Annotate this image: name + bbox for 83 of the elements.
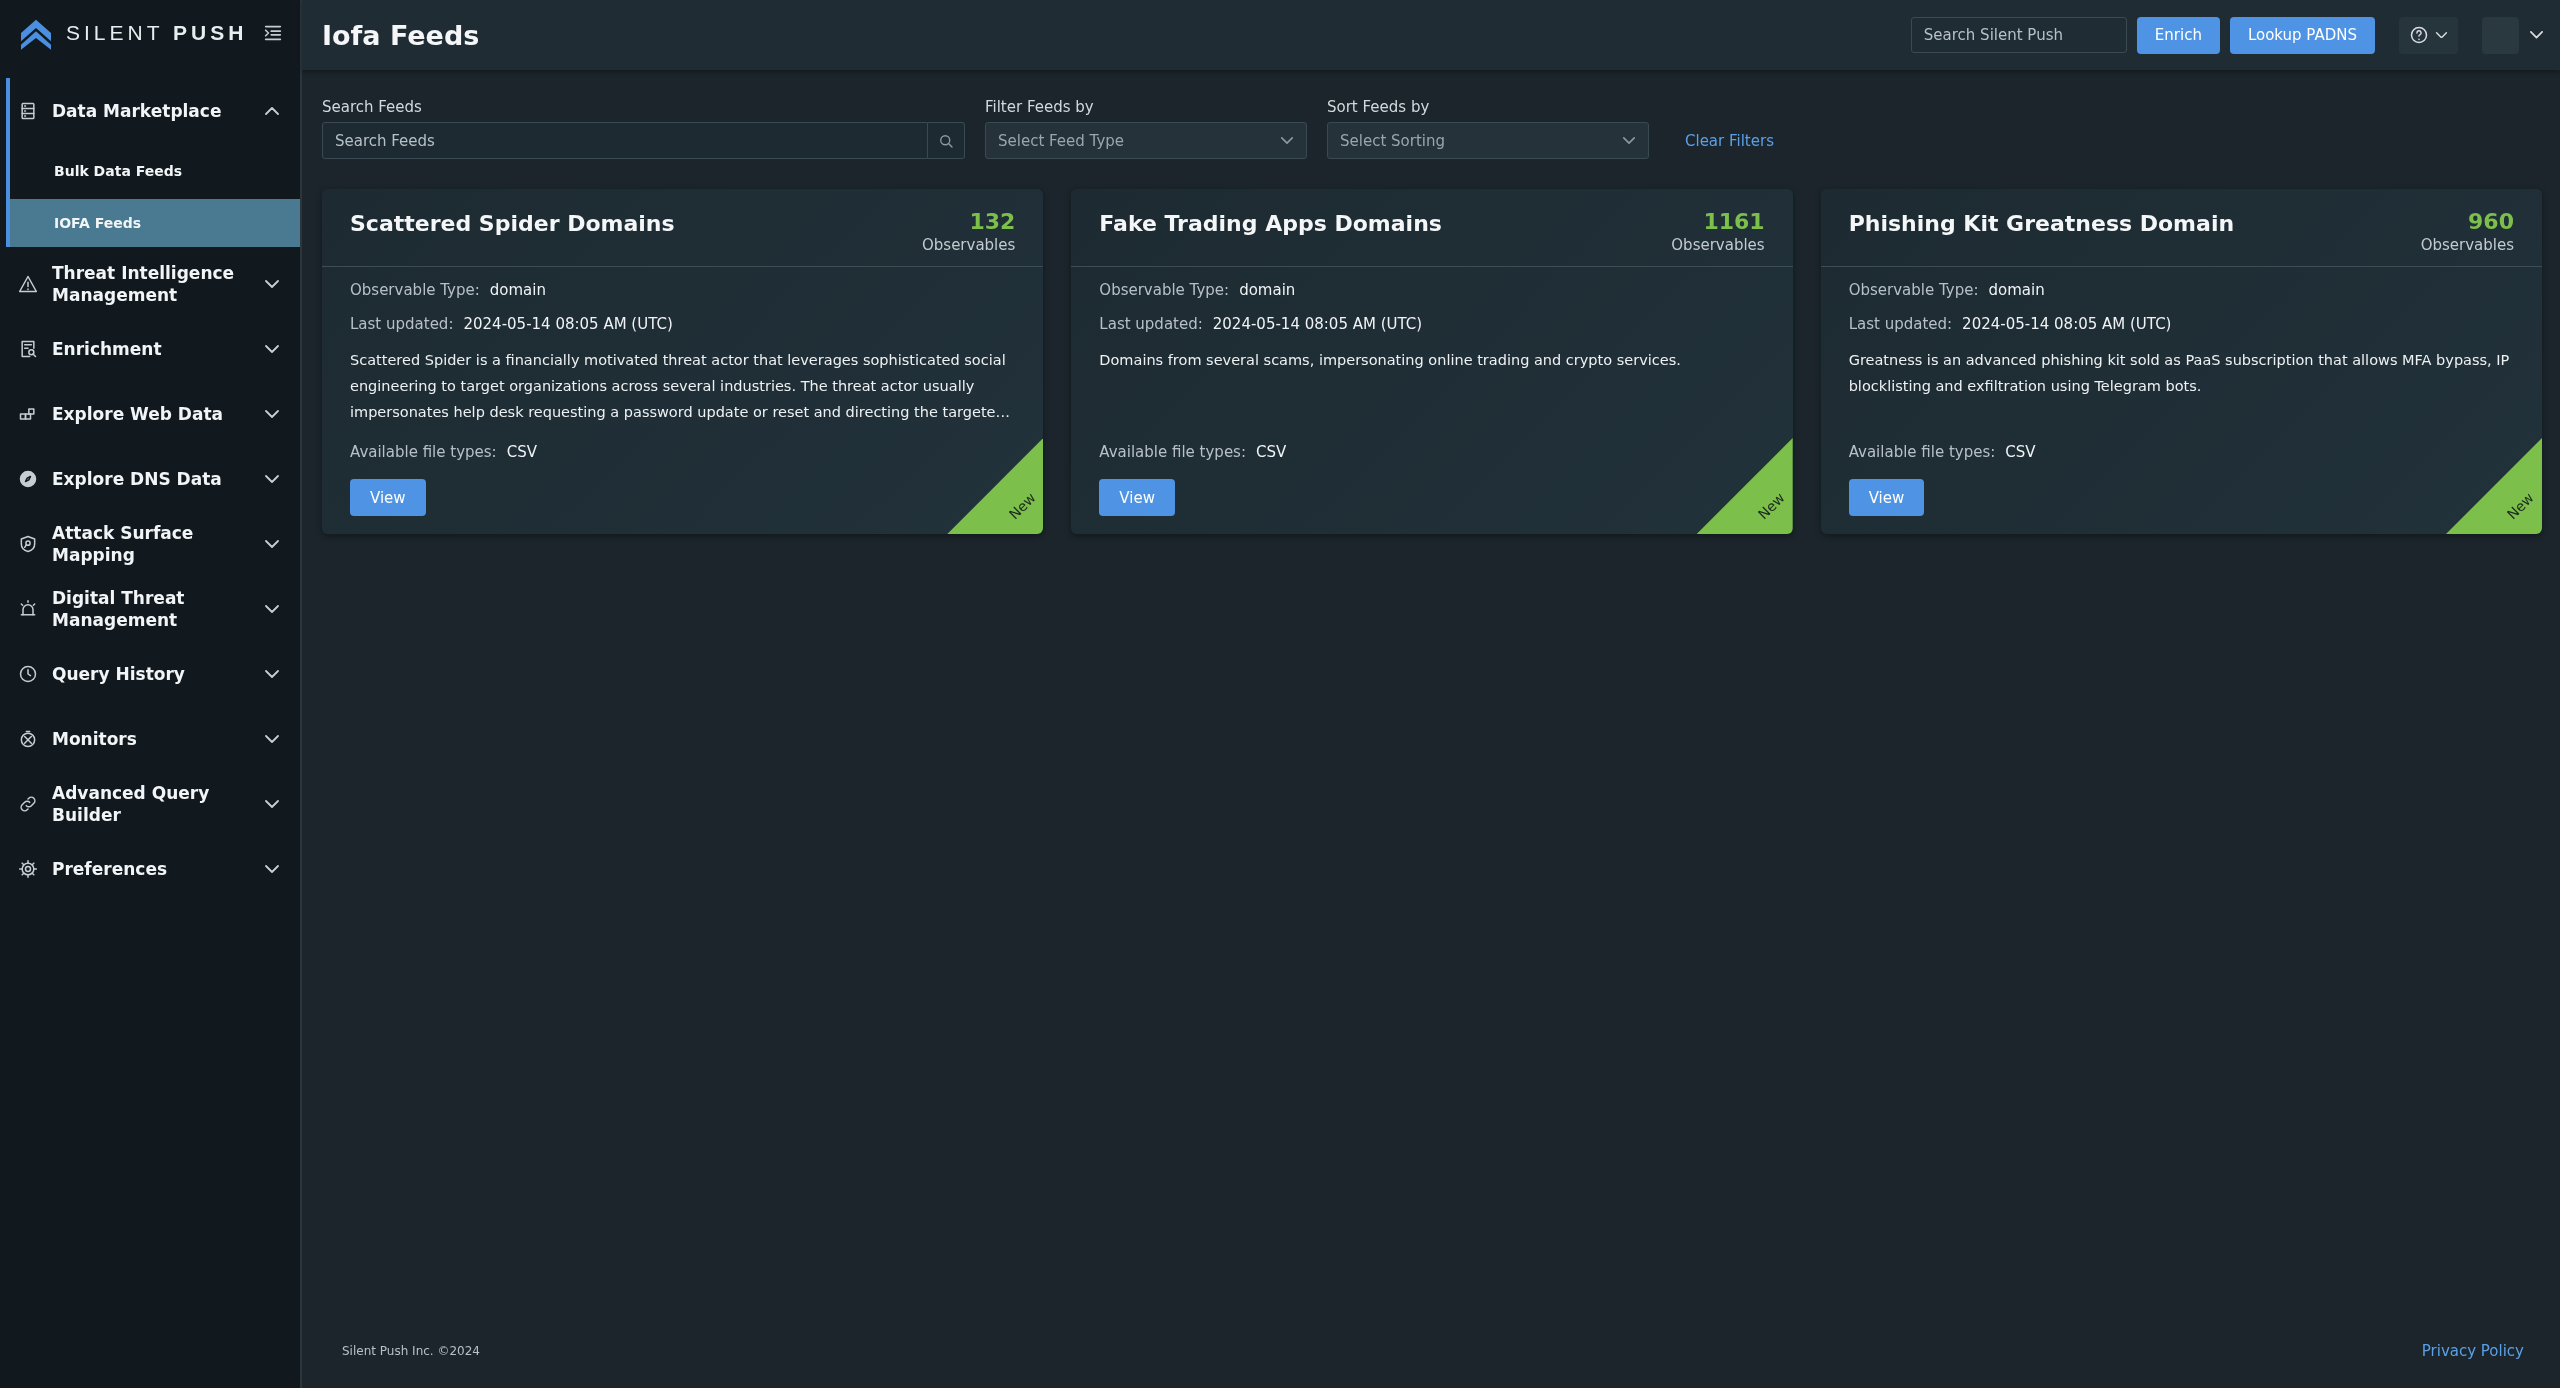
warning-icon (18, 273, 38, 294)
card-title: Phishing Kit Greatness Domain (1848, 211, 2235, 236)
observables-count: 132 (968, 209, 1016, 234)
gear-icon (18, 858, 38, 879)
detail-label: Last updated: (350, 314, 454, 335)
sidebar-item[interactable]: Enrichment (10, 316, 300, 381)
chevron-icon (264, 539, 280, 548)
detail-value: 2024-05-14 08:05 AM (UTC) (1962, 314, 2172, 335)
card-title: Fake Trading Apps Domains (1099, 211, 1442, 236)
chevron-icon (264, 864, 280, 873)
list-icon (18, 100, 38, 121)
count-label: Observables (1671, 236, 1765, 254)
detail-label: Observable Type: (1099, 280, 1230, 301)
privacy-policy-link[interactable]: Privacy Policy (2421, 1342, 2524, 1360)
chevron-icon (264, 279, 280, 288)
chevron-icon (264, 734, 280, 743)
stopwatch-icon (18, 728, 38, 749)
count-label: Observables (922, 236, 1016, 254)
field-label: Search Feeds (322, 98, 423, 116)
detail-value: 2024-05-14 08:05 AM (UTC) (463, 314, 673, 335)
sidebar-subitem[interactable]: Bulk Data Feeds (10, 147, 300, 195)
feed-description: Greatness is an advanced phishing kit sold as PaaS subscription that allows MFA bypass, IP blocklisting and exfiltration using Telegram bots. (1848, 351, 2511, 396)
chevron-icon (264, 604, 280, 613)
detail-value: CSV (1256, 442, 1287, 463)
observables-count: 960 (2467, 209, 2514, 234)
link-icon (18, 793, 38, 814)
detail-value: domain (489, 280, 546, 301)
detail-label: Available file types: (350, 442, 497, 463)
document-search-icon (18, 338, 38, 359)
dropdown[interactable]: Select Feed Type (985, 122, 1307, 159)
chevron-icon (2435, 31, 2448, 39)
field-label: Filter Feeds by (985, 98, 1095, 116)
chevron-icon (264, 799, 280, 808)
alarm-icon (18, 598, 38, 619)
count-label: Observables (2420, 236, 2514, 254)
detail-label: Last updated: (1099, 314, 1203, 335)
dropdown[interactable]: Select Sorting (1327, 122, 1649, 159)
sidebar-item[interactable]: Explore Web Data (10, 381, 300, 446)
search-field[interactable]: Search Feeds (322, 122, 928, 159)
chevron-icon[interactable] (2529, 31, 2544, 39)
chevron-icon (264, 106, 280, 115)
detail-value: domain (1239, 280, 1296, 301)
detail-label: Observable Type: (350, 280, 480, 301)
compass-icon (18, 468, 38, 489)
sidebar-item[interactable]: Query History (10, 641, 300, 706)
chevron-icon (264, 669, 280, 678)
search-field[interactable]: Search Silent Push (1910, 17, 2127, 53)
sidebar-item[interactable]: Monitors (10, 706, 300, 771)
search-button[interactable] (928, 122, 965, 159)
detail-value: CSV (506, 442, 537, 463)
sidebar-item[interactable]: Preferences (10, 836, 300, 901)
detail-label: Available file types: (1848, 442, 1996, 463)
chevron-icon (1280, 137, 1294, 144)
sidebar-item[interactable]: Data Marketplace (10, 78, 300, 143)
chevron-icon (264, 409, 280, 418)
page-title: Iofa Feeds (322, 19, 480, 51)
sidebar-item[interactable]: Advanced Query Builder (10, 771, 300, 836)
sidebar-item[interactable]: Threat Intelligence Management (10, 251, 300, 316)
copyright-text: Silent Push Inc. ©2024 (341, 1344, 480, 1358)
brand-logo: SILENT PUSH (66, 21, 249, 45)
chevron-icon (264, 474, 280, 483)
sidebar-subitem[interactable]: IOFA Feeds (10, 199, 300, 247)
observables-count: 1161 (1702, 209, 1765, 234)
feed-description: Domains from several scams, impersonating online trading and crypto services. (1099, 351, 1682, 370)
help-icon (2409, 25, 2429, 45)
detail-label: Observable Type: (1848, 280, 1979, 301)
chevron-icon (264, 344, 280, 353)
sidebar-item[interactable]: Attack Surface Mapping (10, 511, 300, 576)
chevron-icon (1622, 137, 1636, 144)
clear-filters-link[interactable]: Clear Filters (1685, 132, 1774, 159)
card-title: Scattered Spider Domains (350, 211, 675, 236)
detail-value: 2024-05-14 08:05 AM (UTC) (1212, 314, 1423, 335)
detail-label: Last updated: (1848, 314, 1953, 335)
detail-label: Available file types: (1099, 442, 1246, 463)
clock-icon (18, 663, 38, 684)
detail-value: domain (1988, 280, 2045, 301)
shield-icon (18, 533, 38, 554)
sidebar-item[interactable]: Explore DNS Data (10, 446, 300, 511)
sidebar-item[interactable]: Digital Threat Management (10, 576, 300, 641)
help-menu-button[interactable] (2399, 16, 2458, 54)
field-label: Sort Feeds by (1327, 98, 1431, 116)
feed-description: Scattered Spider is a financially motivated threat actor that leverages sophisticated social engineering to target organizations across several industries. The threat actor usually impersonates help desk requesting a password update or reset and directing the targete… (350, 351, 1011, 422)
detail-value: CSV (2005, 442, 2036, 463)
